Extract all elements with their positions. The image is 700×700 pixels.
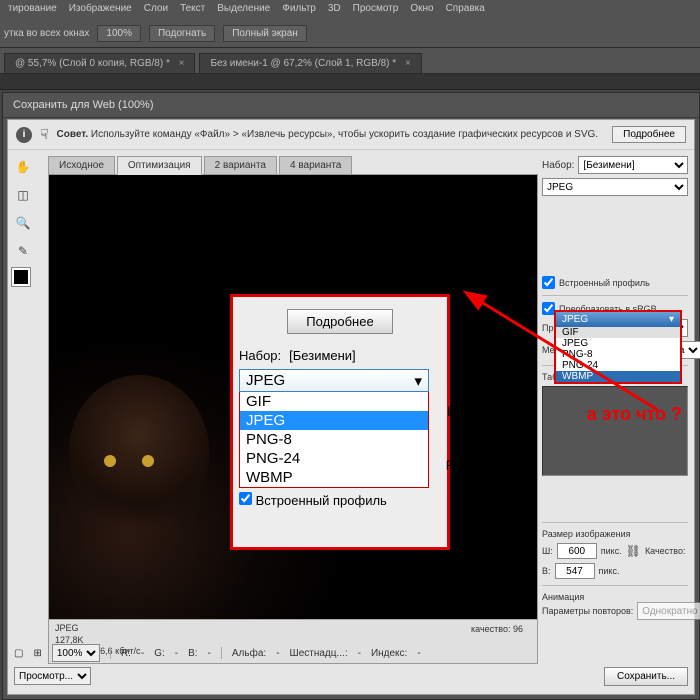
hand-tool-icon[interactable]: ✋ xyxy=(12,156,34,178)
dialog-bottom: ▢ ⊞ 100% R: - G: - B: - Альфа: - Шестнад… xyxy=(14,642,688,690)
option-png24[interactable]: PNG-24 xyxy=(240,449,428,468)
tip-bar: i ☟ Совет. Используйте команду «Файл» > … xyxy=(8,120,694,150)
image-size-label: Размер изображения xyxy=(542,529,688,539)
option-jpeg[interactable]: JPEG xyxy=(240,411,428,430)
square-icon[interactable]: ▢ xyxy=(14,648,23,659)
index-label: Индекс: xyxy=(371,648,407,659)
dialog-title: Сохранить для Web (100%) xyxy=(3,93,699,118)
preset-label: Набор: xyxy=(542,160,574,171)
b-label: B: xyxy=(188,648,197,659)
menu-image[interactable]: Изображение xyxy=(69,3,132,17)
tab-original[interactable]: Исходное xyxy=(48,156,115,175)
callout-p: Р xyxy=(446,457,455,473)
menu-window[interactable]: Окно xyxy=(410,3,433,17)
annotation-arrow xyxy=(448,280,698,420)
r-label: R: xyxy=(121,648,131,659)
menu-layers[interactable]: Слои xyxy=(144,3,168,17)
close-icon[interactable]: × xyxy=(179,58,185,69)
workspace-divider xyxy=(0,74,700,90)
menu-edit[interactable]: тирование xyxy=(8,3,57,17)
hex-label: Шестнадц...: xyxy=(290,648,348,659)
option-wbmp[interactable]: WBMP xyxy=(240,468,428,487)
menu-3d[interactable]: 3D xyxy=(328,3,341,17)
format-select[interactable]: JPEG xyxy=(542,178,688,196)
quality-label: качество: xyxy=(471,624,510,634)
tab-2up[interactable]: 2 варианта xyxy=(204,156,277,175)
zoom-100-button[interactable]: 100% xyxy=(97,25,141,42)
loop-select[interactable]: Однократно xyxy=(637,602,700,620)
tip-body: Используйте команду «Файл» > «Извлечь ре… xyxy=(91,129,598,140)
animation-label: Анимация xyxy=(542,592,688,602)
foreground-color-swatch[interactable] xyxy=(12,268,30,286)
annotation-text: а это что ? xyxy=(587,404,682,425)
options-bar: утка во всех окнах 100% Подогнать Полный… xyxy=(0,20,700,48)
grid-icon[interactable]: ⊞ xyxy=(33,648,41,659)
option-png8[interactable]: PNG-8 xyxy=(240,430,428,449)
slice-select-tool-icon[interactable]: ◫ xyxy=(12,184,34,206)
preset-select[interactable]: [Безимени] xyxy=(578,156,688,174)
callout-profile-checkbox[interactable] xyxy=(239,492,252,505)
callout-more-button[interactable]: Подробнее xyxy=(287,309,392,334)
doc-tab-1[interactable]: @ 55,7% (Слой 0 копия, RGB/8) * × xyxy=(4,53,195,73)
document-tabs: @ 55,7% (Слой 0 копия, RGB/8) * × Без им… xyxy=(0,48,700,74)
callout-format-value: JPEG xyxy=(246,372,285,389)
tip-text: Совет. Используйте команду «Файл» > «Изв… xyxy=(57,129,605,140)
callout-format-listbox: GIF JPEG PNG-8 PNG-24 WBMP xyxy=(239,392,429,488)
height-label: В: xyxy=(542,566,551,576)
chevron-down-icon: ▾ xyxy=(414,372,422,390)
link-icon[interactable]: ⛓ xyxy=(626,544,641,558)
preview-browser-select[interactable]: Просмотр... xyxy=(14,667,91,685)
callout-format-select[interactable]: JPEG ▾ xyxy=(239,369,429,392)
doc-tab-2-label: Без имени-1 @ 67,2% (Слой 1, RGB/8) * xyxy=(210,58,396,69)
tip-label: Совет. xyxy=(57,129,89,140)
doc-tab-1-label: @ 55,7% (Слой 0 копия, RGB/8) * xyxy=(15,58,170,69)
dialog-body: i ☟ Совет. Используйте команду «Файл» > … xyxy=(7,119,695,695)
g-label: G: xyxy=(154,648,165,659)
fullscreen-button[interactable]: Полный экран xyxy=(223,25,307,42)
close-icon[interactable]: × xyxy=(405,58,411,69)
callout-preset-label: Набор: xyxy=(239,348,281,363)
fit-button[interactable]: Подогнать xyxy=(149,25,215,42)
width-label: Ш: xyxy=(542,546,553,556)
zoom-select[interactable]: 100% xyxy=(52,644,100,662)
px-label2: пикс. xyxy=(599,566,620,576)
tab-4up[interactable]: 4 варианта xyxy=(279,156,352,175)
loop-label: Параметры повторов: xyxy=(542,606,633,616)
menu-text[interactable]: Текст xyxy=(180,3,205,17)
alpha-label: Альфа: xyxy=(232,648,266,659)
callout-panel: Подробнее Набор: [Безимени] JPEG ▾ GIF J… xyxy=(230,294,450,550)
scroll-all-windows-label: утка во всех окнах xyxy=(4,28,89,39)
menu-filter[interactable]: Фильтр xyxy=(282,3,316,17)
menu-help[interactable]: Справка xyxy=(446,3,485,17)
eyedropper-tool-icon[interactable]: ✎ xyxy=(12,240,34,262)
menu-select[interactable]: Выделение xyxy=(217,3,270,17)
callout-preset-value: [Безимени] xyxy=(289,348,356,363)
width-input[interactable] xyxy=(557,543,597,559)
hand-icon: ☟ xyxy=(40,126,49,143)
dialog-tools: ✋ ◫ 🔍 ✎ xyxy=(12,156,38,286)
height-input[interactable] xyxy=(555,563,595,579)
tip-more-button[interactable]: Подробнее xyxy=(612,126,686,143)
quality-value: 96 xyxy=(513,624,523,634)
tab-optimized[interactable]: Оптимизация xyxy=(117,156,202,175)
callout-profile-label: Встроенный профиль xyxy=(256,493,387,508)
menu-view[interactable]: Просмотр xyxy=(353,3,399,17)
doc-tab-2[interactable]: Без имени-1 @ 67,2% (Слой 1, RGB/8) * × xyxy=(199,53,421,73)
info-icon: i xyxy=(16,127,32,143)
px-label: пикс. xyxy=(601,546,622,556)
main-menu: тирование Изображение Слои Текст Выделен… xyxy=(0,0,700,20)
option-gif[interactable]: GIF xyxy=(240,392,428,411)
preview-format: JPEG xyxy=(55,623,531,635)
save-button[interactable]: Сохранить... xyxy=(604,667,688,686)
save-for-web-dialog: Сохранить для Web (100%) i ☟ Совет. Испо… xyxy=(2,92,700,700)
zoom-tool-icon[interactable]: 🔍 xyxy=(12,212,34,234)
quality-label2: Качество: xyxy=(645,546,686,556)
preview-tabs: Исходное Оптимизация 2 варианта 4 вариан… xyxy=(48,156,352,175)
